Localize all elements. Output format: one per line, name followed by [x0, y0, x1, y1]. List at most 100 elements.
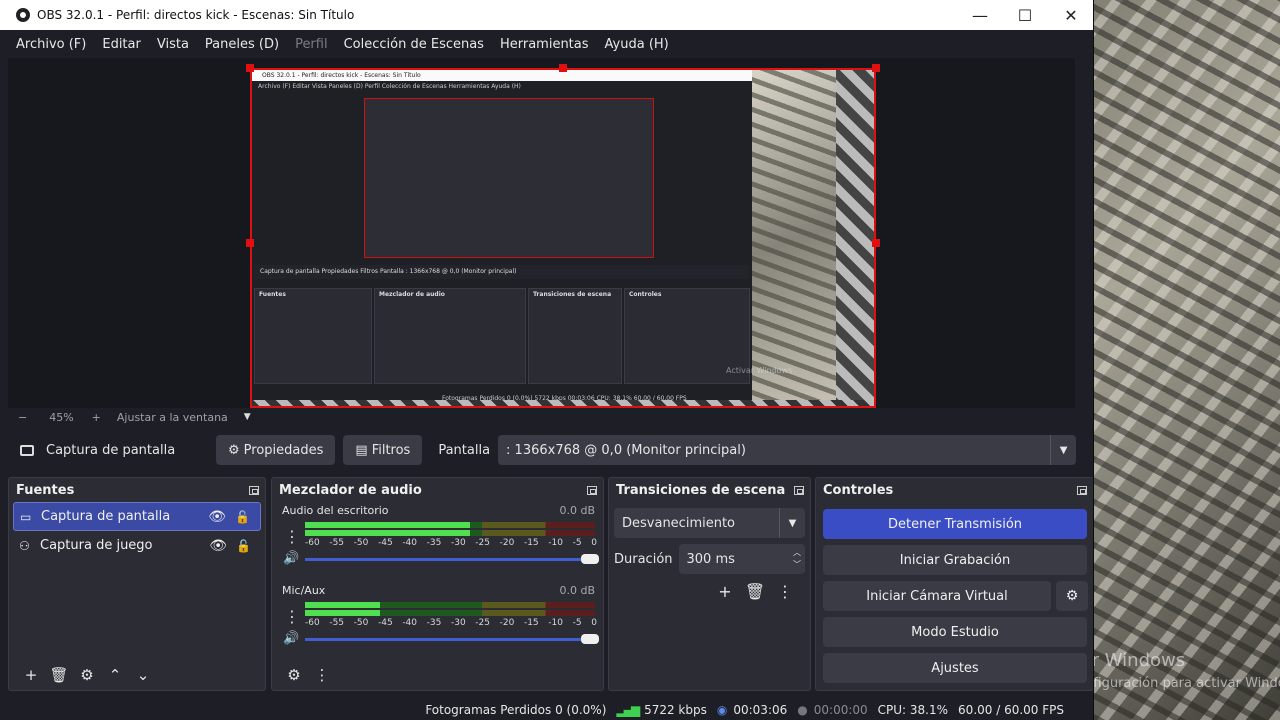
duration-input[interactable]: 300 ms ︿ ﹀: [678, 544, 805, 574]
filters-label: Filtros: [371, 442, 411, 458]
duration-spinner[interactable]: ︿ ﹀: [793, 547, 801, 571]
undock-icon[interactable]: [794, 485, 804, 495]
menu-editar[interactable]: Editar: [94, 37, 149, 52]
source-toolbar: Captura de pantalla ⚙ Propiedades ▤ Filt…: [8, 431, 1086, 469]
volume-slider[interactable]: [305, 554, 599, 564]
status-bar: Fotogramas Perdidos 0 (0.0%) ▂▄▆ 5722 kb…: [0, 700, 1093, 720]
zoom-dropdown-icon[interactable]: ▼: [244, 412, 251, 422]
sources-dock-header: Fuentes: [9, 478, 265, 502]
resize-handle[interactable]: [246, 239, 254, 247]
menu-coleccion-escenas[interactable]: Colección de Escenas: [336, 37, 492, 52]
recording-icon: ●: [797, 703, 808, 717]
transition-select[interactable]: Desvanecimiento ▼: [614, 508, 805, 538]
minimize-button[interactable]: —: [957, 0, 1003, 30]
meter-tick-label: -35: [426, 538, 442, 548]
start-recording-button[interactable]: Iniciar Grabación: [823, 545, 1087, 575]
sources-dock: Fuentes ▭ Captura de pantalla 👁 🔓 ⚇ Capt…: [8, 477, 266, 691]
speaker-icon[interactable]: 🔊: [283, 631, 299, 646]
volume-slider[interactable]: [305, 634, 599, 644]
mixer-menu-button[interactable]: ⋮: [308, 666, 336, 684]
resize-handle[interactable]: [872, 239, 880, 247]
meter-tick-label: -5: [572, 618, 582, 628]
zoom-in-button[interactable]: +: [92, 411, 101, 424]
display-select[interactable]: : 1366x768 @ 0,0 (Monitor principal) ▼: [498, 435, 1077, 465]
start-virtual-camera-button[interactable]: Iniciar Cámara Virtual: [823, 581, 1051, 611]
advanced-audio-gear-icon[interactable]: ⚙: [280, 666, 308, 684]
zoom-bar: − 45% + Ajustar a la ventana ▼: [8, 408, 1075, 426]
meter-scale: -60 -55 -50 -45 -40 -35 -30 -25 -20 -15 -10 -5 0: [305, 538, 597, 548]
channel-menu-button[interactable]: ⋮: [284, 607, 300, 626]
menu-archivo[interactable]: Archivo (F): [8, 37, 94, 52]
speaker-icon[interactable]: 🔊: [283, 551, 299, 566]
channel-db: 0.0 dB: [559, 504, 595, 517]
mixer-channel-mic: Mic/Aux 0.0 dB ⋮ -60 -55 -50 -45 -40 -35 -30 -2…: [272, 582, 603, 662]
volume-slider-knob[interactable]: [581, 554, 599, 564]
nested-menu: Archivo (F) Editar Vista Paneles (D) Per…: [258, 83, 521, 90]
resize-handle[interactable]: [872, 64, 880, 72]
resize-handle[interactable]: [246, 64, 254, 72]
channel-menu-button[interactable]: ⋮: [284, 527, 300, 546]
menu-perfil[interactable]: Perfil: [287, 37, 336, 52]
source-item-label: Captura de pantalla: [41, 509, 171, 524]
maximize-button[interactable]: ☐: [1002, 0, 1048, 30]
studio-mode-button[interactable]: Modo Estudio: [823, 617, 1087, 647]
preview-area[interactable]: OBS 32.0.1 - Perfil: directos kick - Esc…: [8, 58, 1075, 408]
menu-ayuda[interactable]: Ayuda (H): [597, 37, 677, 52]
resize-handle[interactable]: [559, 64, 567, 72]
zoom-out-button[interactable]: −: [18, 411, 27, 424]
mixer-channel-desktop: Audio del escritorio 0.0 dB ⋮ -60 -55 -50-…: [272, 502, 603, 582]
transitions-title: Transiciones de escena: [616, 482, 786, 498]
meter-tick-label: -35: [426, 618, 442, 628]
recording-time: 00:00:00: [813, 703, 868, 717]
nested-panel-mezclador: Mezclador de audio: [374, 288, 526, 384]
undock-icon[interactable]: [249, 485, 259, 495]
meter-tick-label: -50: [353, 618, 369, 628]
menu-herramientas[interactable]: Herramientas: [492, 37, 597, 52]
undock-icon[interactable]: [1077, 485, 1087, 495]
duration-label: Duración: [614, 551, 673, 567]
gear-icon: ⚙: [228, 442, 240, 458]
lock-icon[interactable]: 🔓: [235, 510, 250, 524]
meter-tick-label: -15: [523, 538, 539, 548]
lock-icon[interactable]: 🔓: [236, 539, 251, 553]
menu-vista[interactable]: Vista: [149, 37, 197, 52]
mixer-title: Mezclador de audio: [279, 482, 422, 498]
remove-source-button[interactable]: 🗑: [45, 666, 73, 684]
virtual-camera-settings-gear-icon[interactable]: ⚙: [1056, 581, 1088, 611]
preview-canvas[interactable]: OBS 32.0.1 - Perfil: directos kick - Esc…: [250, 68, 876, 408]
transition-menu-button[interactable]: ⋮: [774, 582, 796, 601]
menu-bar: Archivo (F) Editar Vista Paneles (D) Per…: [0, 30, 1093, 58]
move-up-button[interactable]: ⌃: [101, 666, 129, 684]
meter-bar: [305, 530, 595, 536]
add-transition-button[interactable]: +: [714, 582, 736, 601]
meter-tick-label: -60: [305, 618, 320, 628]
volume-slider-knob[interactable]: [581, 634, 599, 644]
meter-tick-label: -45: [377, 618, 393, 628]
meter-tick-label: -30: [450, 618, 466, 628]
eye-icon[interactable]: 👁: [209, 538, 227, 554]
streaming-icon: ◉: [716, 703, 728, 717]
filter-icon: ▤: [355, 442, 368, 458]
eye-icon[interactable]: 👁: [208, 509, 226, 525]
controls-dock-header: Controles: [816, 478, 1093, 502]
undock-icon[interactable]: [587, 485, 597, 495]
properties-button[interactable]: ⚙ Propiedades: [216, 435, 336, 465]
remove-transition-button[interactable]: 🗑: [744, 582, 766, 601]
add-source-button[interactable]: +: [17, 666, 45, 684]
stream-time: 00:03:06: [733, 703, 788, 717]
menu-paneles[interactable]: Paneles (D): [197, 37, 287, 52]
meter-tick-label: -25: [475, 618, 490, 628]
close-button[interactable]: ✕: [1048, 0, 1093, 30]
filters-button[interactable]: ▤ Filtros: [343, 435, 423, 465]
settings-button[interactable]: Ajustes: [823, 653, 1087, 683]
source-item-screen-capture[interactable]: ▭ Captura de pantalla 👁 🔓: [13, 502, 261, 531]
duration-value: 300 ms: [686, 551, 735, 567]
zoom-fit-label[interactable]: Ajustar a la ventana: [117, 411, 228, 424]
stop-stream-button[interactable]: Detener Transmisión: [823, 509, 1087, 539]
move-down-button[interactable]: ⌄: [129, 666, 157, 684]
source-properties-button[interactable]: ⚙: [73, 666, 101, 684]
source-item-game-capture[interactable]: ⚇ Captura de juego 👁 🔓: [13, 531, 261, 560]
meter-tick-label: -15: [523, 618, 539, 628]
transitions-dock-header: Transiciones de escena: [609, 478, 810, 502]
nested-title: OBS 32.0.1 - Perfil: directos kick - Esc…: [252, 70, 752, 81]
